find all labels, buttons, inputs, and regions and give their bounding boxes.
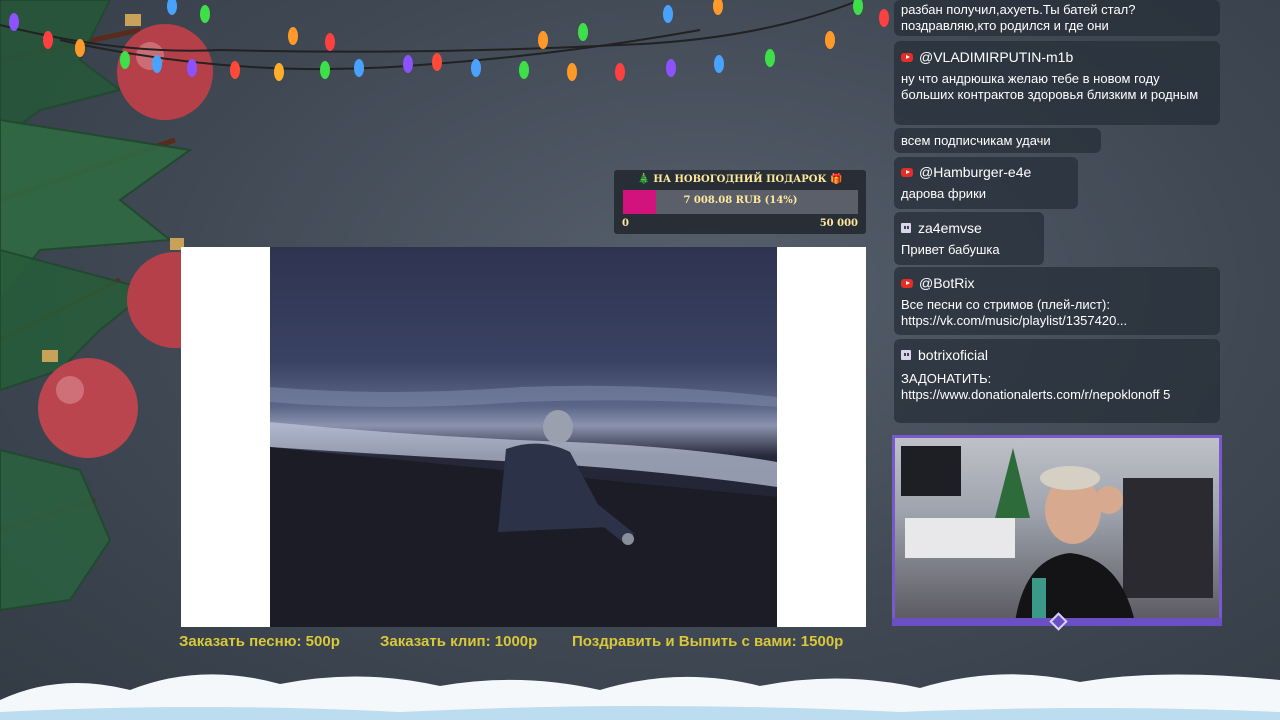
chat-message: za4emvse Привет бабушка [894,212,1044,265]
video-player[interactable] [181,247,866,627]
chat-message: разбан получил,ахуеть.Ты батей стал? поз… [894,0,1220,36]
chat-message: @Hamburger-e4e дарова фрики [894,157,1078,209]
goal-title: 🎄 НА НОВОГОДНИЙ ПОДАРОК 🎁 [637,174,843,185]
chat-username[interactable]: @Hamburger-e4e [919,164,1031,180]
price-list: Заказать песню: 500р Заказать клип: 1000… [179,633,869,653]
chat-message-text: дарова фрики [901,186,987,201]
snow-bank [0,674,1280,720]
chat-message-text: разбан получил,ахуеть.Ты батей стал? поз… [901,2,1136,33]
chat-username[interactable]: za4emvse [918,220,982,236]
chat-message: @VLADIMIRPUTIN-m1b ну что андрюшка желаю… [894,41,1220,125]
price-congrats: Поздравить и Выпить с вами: 1500р [572,633,844,650]
video-scene [270,385,777,627]
twitch-icon [901,223,911,233]
twitch-icon [901,350,911,360]
chat-message-text: Привет бабушка [901,242,1000,257]
goal-progress-bar: 7 008.08 RUB (14%) [623,190,858,214]
goal-max: 50 000 [819,218,858,229]
chat-message-text: ЗАДОНАТИТЬ: https://www.donationalerts.c… [901,371,1171,402]
chat-message: @BotRix Все песни со стримов (плей-лист)… [894,267,1220,335]
chat-username[interactable]: botrixoficial [918,347,988,363]
chat-username[interactable]: @VLADIMIRPUTIN-m1b [919,49,1073,65]
video-frame [270,247,777,627]
price-song: Заказать песню: 500р [179,633,340,650]
chat-username[interactable]: @BotRix [919,275,974,291]
youtube-icon [901,167,913,177]
webcam-overlay [892,435,1222,625]
chat-message: botrixoficial ЗАДОНАТИТЬ: https://www.do… [894,339,1220,423]
chat-message: всем подписчикам удачи [894,128,1101,153]
goal-min: 0 [622,218,629,229]
youtube-icon [901,278,913,288]
price-clip: Заказать клип: 1000р [380,633,538,650]
chat-message-text: всем подписчикам удачи [901,133,1051,148]
chat-message-text: ну что андрюшка желаю тебе в новом году … [901,71,1199,102]
donation-goal: 🎄 НА НОВОГОДНИЙ ПОДАРОК 🎁 7 008.08 RUB (… [614,170,866,234]
webcam-scene [901,446,1213,622]
chat-message-text: Все песни со стримов (плей-лист): https:… [901,297,1128,328]
goal-amount: 7 008.08 RUB (14%) [683,195,798,206]
youtube-icon [901,52,913,62]
